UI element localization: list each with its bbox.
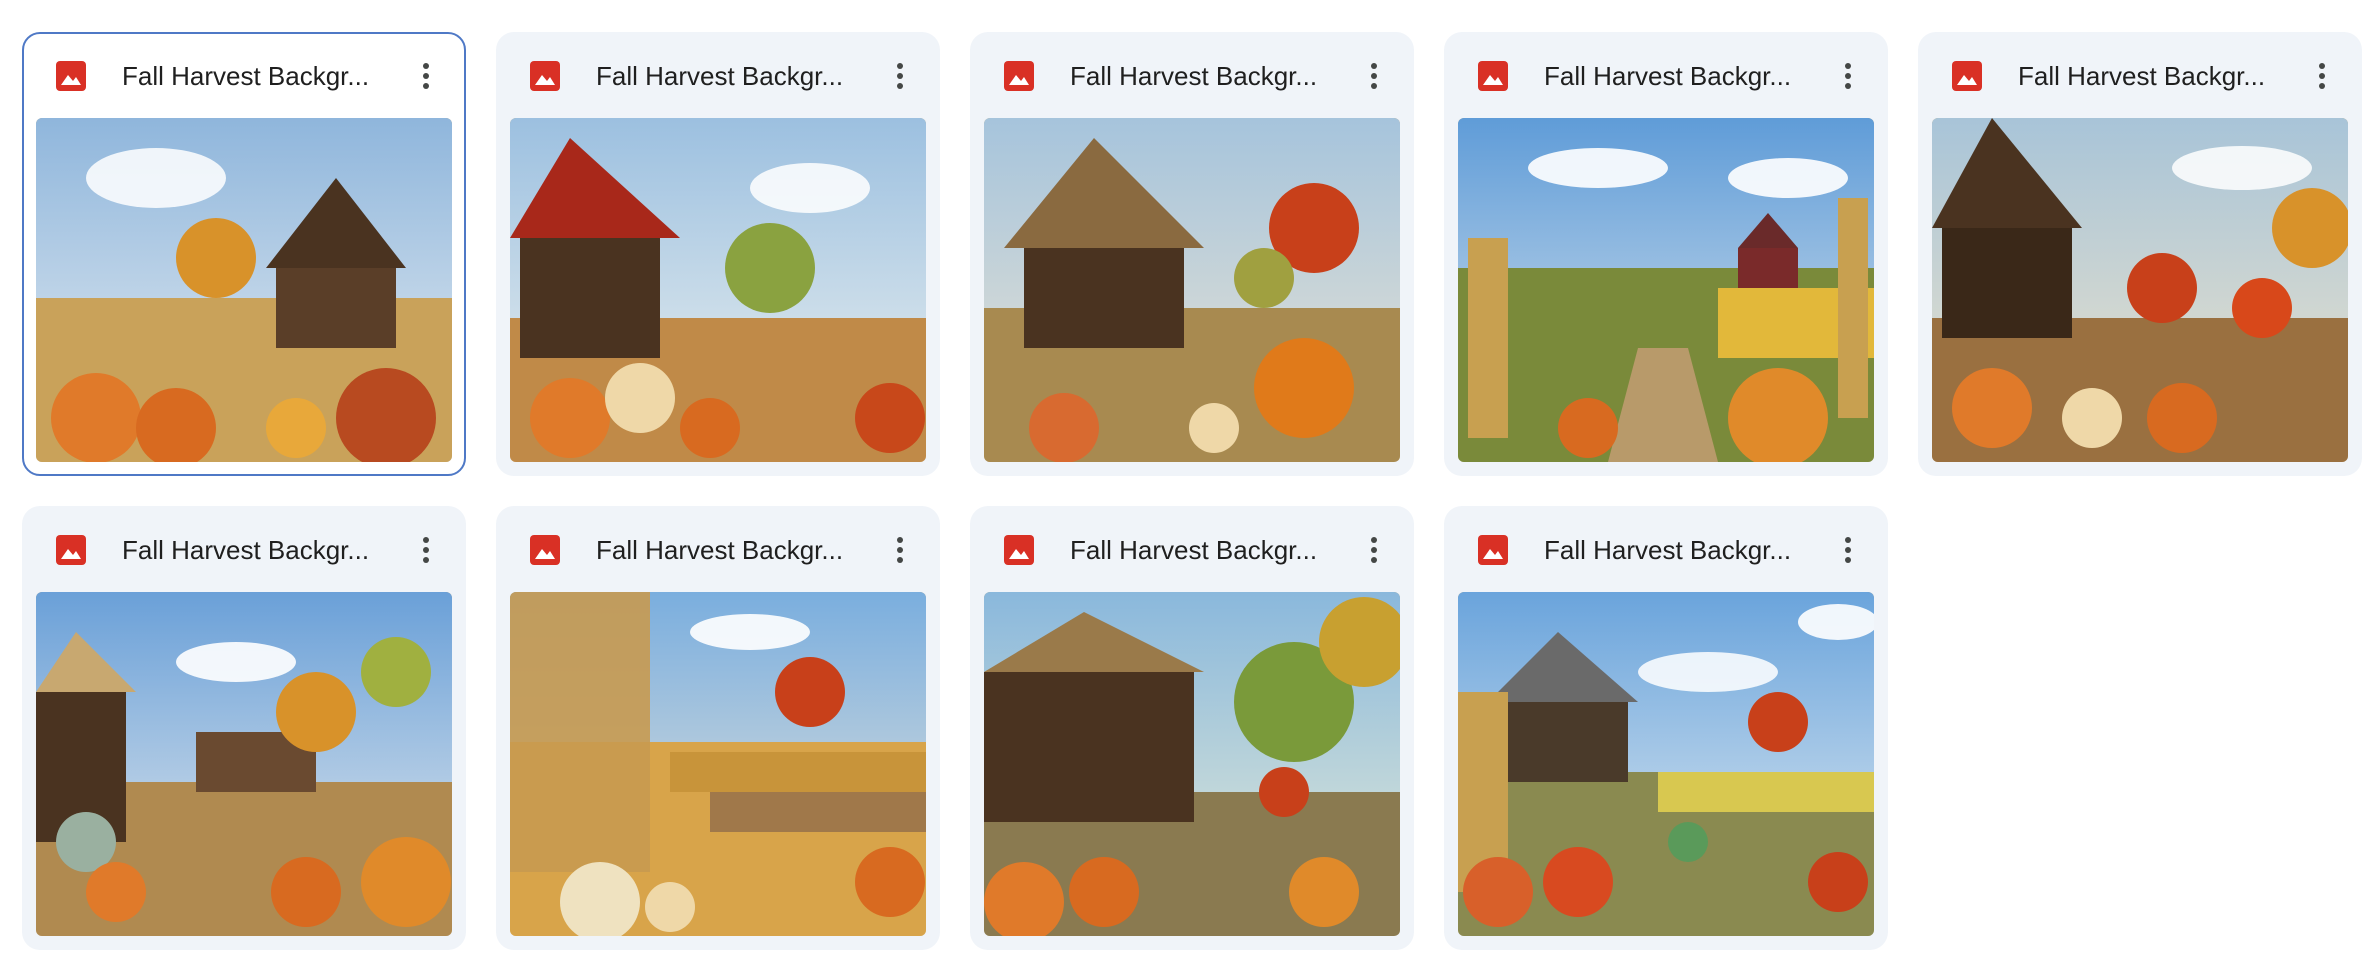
file-card-header: Fall Harvest Backgr...: [24, 34, 464, 120]
image-file-icon: [56, 535, 86, 565]
more-options-button[interactable]: [1352, 528, 1396, 572]
image-thumbnail[interactable]: [36, 592, 452, 936]
more-options-button[interactable]: [1352, 54, 1396, 98]
file-name: Fall Harvest Backgr...: [1070, 61, 1318, 91]
image-file-icon: [1004, 535, 1034, 565]
file-card[interactable]: Fall Harvest Backgr...: [970, 506, 1414, 950]
image-thumbnail[interactable]: [1932, 118, 2348, 462]
file-name: Fall Harvest Backgr...: [596, 535, 844, 565]
image-file-icon: [1478, 61, 1508, 91]
file-card[interactable]: Fall Harvest Backgr...: [496, 506, 940, 950]
more-vert-icon: [423, 537, 429, 563]
image-thumbnail[interactable]: [984, 592, 1400, 936]
more-vert-icon: [2319, 63, 2325, 89]
file-card[interactable]: Fall Harvest Backgr...: [1444, 32, 1888, 476]
more-vert-icon: [423, 63, 429, 89]
file-name: Fall Harvest Backgr...: [2018, 61, 2266, 91]
image-thumbnail[interactable]: [984, 118, 1400, 462]
more-options-button[interactable]: [404, 528, 448, 572]
file-card-header: Fall Harvest Backgr...: [970, 32, 1414, 118]
file-card[interactable]: Fall Harvest Backgr...: [1444, 506, 1888, 950]
more-vert-icon: [1845, 63, 1851, 89]
more-options-button[interactable]: [2300, 54, 2344, 98]
image-file-icon: [1952, 61, 1982, 91]
file-card[interactable]: Fall Harvest Backgr...: [1918, 32, 2362, 476]
more-options-button[interactable]: [1826, 54, 1870, 98]
more-options-button[interactable]: [404, 54, 448, 98]
file-name: Fall Harvest Backgr...: [1070, 535, 1318, 565]
image-thumbnail[interactable]: [1458, 592, 1874, 936]
image-file-icon: [1004, 61, 1034, 91]
image-thumbnail[interactable]: [510, 118, 926, 462]
file-card-header: Fall Harvest Backgr...: [22, 506, 466, 592]
image-thumbnail[interactable]: [36, 118, 452, 462]
image-thumbnail[interactable]: [1458, 118, 1874, 462]
file-name: Fall Harvest Backgr...: [122, 61, 370, 91]
more-vert-icon: [1371, 537, 1377, 563]
image-file-icon: [530, 535, 560, 565]
file-card[interactable]: Fall Harvest Backgr...: [22, 506, 466, 950]
more-vert-icon: [1371, 63, 1377, 89]
image-thumbnail[interactable]: [510, 592, 926, 936]
file-card-header: Fall Harvest Backgr...: [496, 506, 940, 592]
file-name: Fall Harvest Backgr...: [596, 61, 844, 91]
image-file-icon: [530, 61, 560, 91]
file-name: Fall Harvest Backgr...: [1544, 535, 1792, 565]
file-card[interactable]: Fall Harvest Backgr...: [22, 32, 466, 476]
image-file-icon: [1478, 535, 1508, 565]
file-card-header: Fall Harvest Backgr...: [1444, 506, 1888, 592]
file-name: Fall Harvest Backgr...: [1544, 61, 1792, 91]
file-card-header: Fall Harvest Backgr...: [970, 506, 1414, 592]
file-card-header: Fall Harvest Backgr...: [496, 32, 940, 118]
more-options-button[interactable]: [1826, 528, 1870, 572]
more-options-button[interactable]: [878, 54, 922, 98]
more-vert-icon: [897, 63, 903, 89]
more-vert-icon: [897, 537, 903, 563]
file-card[interactable]: Fall Harvest Backgr...: [496, 32, 940, 476]
file-card-header: Fall Harvest Backgr...: [1444, 32, 1888, 118]
more-options-button[interactable]: [878, 528, 922, 572]
image-file-icon: [56, 61, 86, 91]
file-card-header: Fall Harvest Backgr...: [1918, 32, 2362, 118]
file-name: Fall Harvest Backgr...: [122, 535, 370, 565]
file-card[interactable]: Fall Harvest Backgr...: [970, 32, 1414, 476]
more-vert-icon: [1845, 537, 1851, 563]
